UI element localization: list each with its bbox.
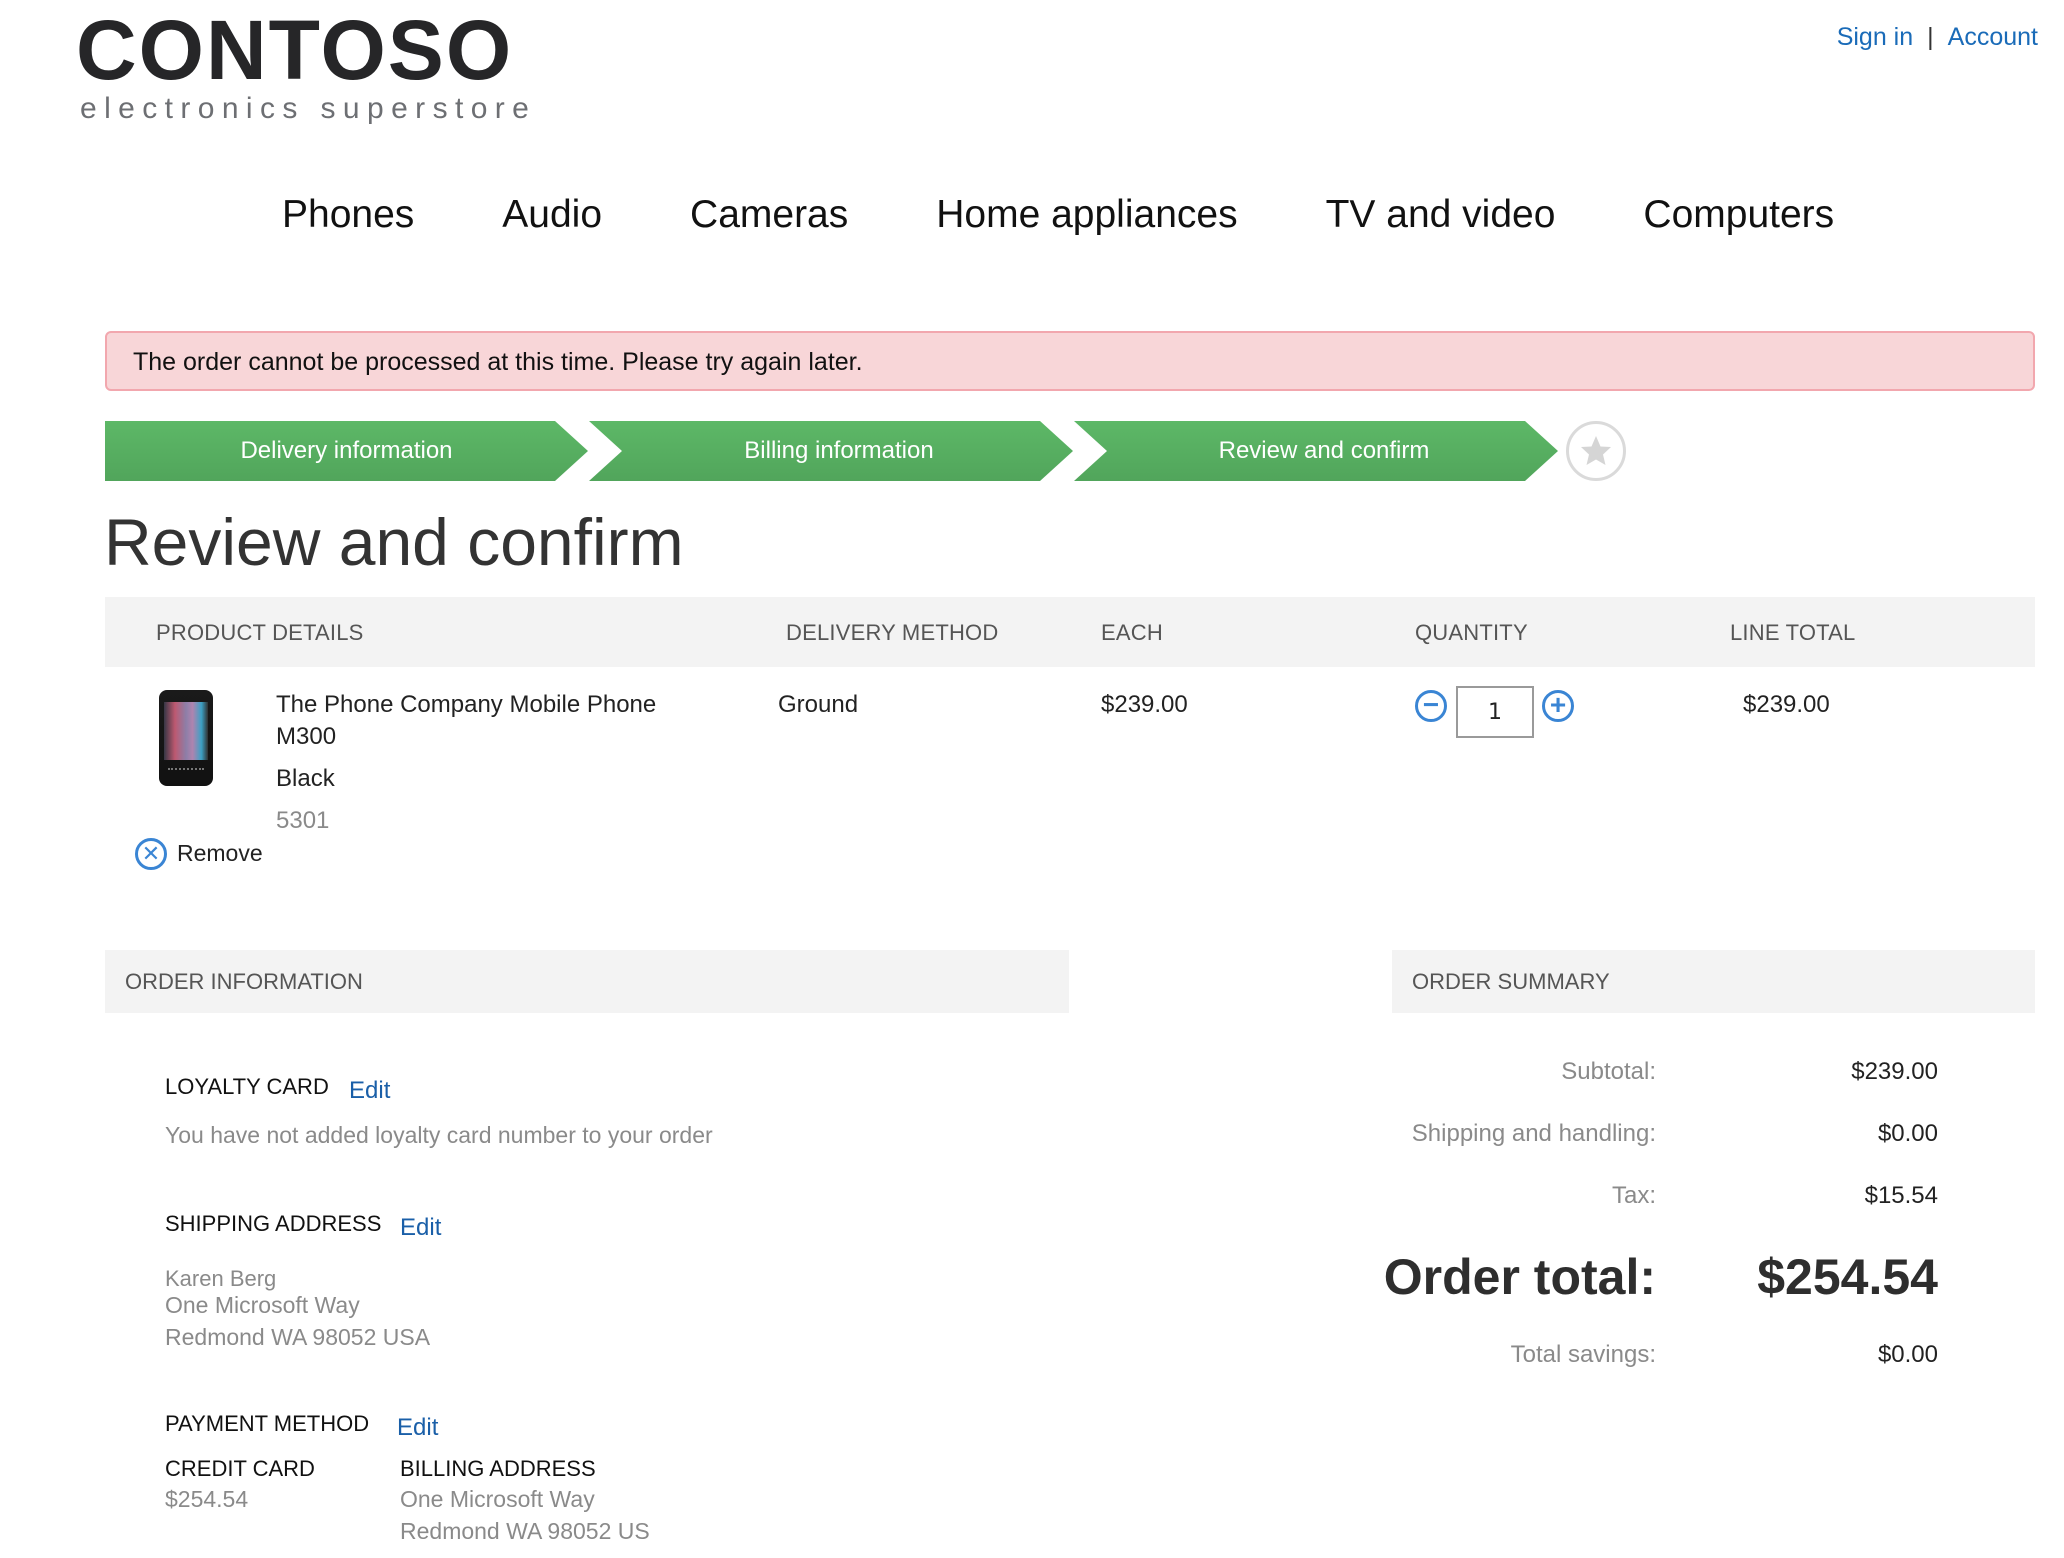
decrease-quantity-button[interactable]: − — [1415, 690, 1447, 722]
order-summary-header: ORDER SUMMARY — [1392, 950, 2035, 1013]
loyalty-card-text: You have not added loyalty card number t… — [165, 1122, 713, 1148]
column-header-quantity: QUANTITY — [1415, 620, 1528, 645]
column-header-delivery-method: DELIVERY METHOD — [786, 620, 999, 645]
account-link[interactable]: Account — [1948, 23, 2038, 51]
shipping-handling-label: Shipping and handling: — [1411, 1120, 1656, 1147]
quantity-input[interactable]: 1 — [1456, 686, 1534, 738]
edit-loyalty-card-link[interactable]: Edit — [349, 1076, 390, 1106]
step-review-and-confirm: Review and confirm — [1218, 437, 1430, 464]
sign-in-link[interactable]: Sign in — [1837, 23, 1913, 51]
order-summary-title: ORDER SUMMARY — [1412, 969, 1610, 994]
credit-card-amount: $254.54 — [165, 1486, 249, 1512]
product-color: Black — [276, 765, 335, 792]
total-savings-label: Total savings: — [1510, 1341, 1656, 1368]
remove-label: Remove — [177, 840, 263, 866]
increase-quantity-button[interactable]: + — [1542, 690, 1574, 722]
edit-shipping-address-link[interactable]: Edit — [400, 1213, 441, 1243]
shipping-address-line1: One Microsoft Way — [165, 1292, 360, 1318]
page-title: Review and confirm — [104, 505, 684, 579]
nav-tv-and-video[interactable]: TV and video — [1326, 190, 1556, 240]
cart-table-header: PRODUCT DETAILS DELIVERY METHOD EACH QUA… — [105, 597, 2035, 667]
subtotal-label: Subtotal: — [1561, 1058, 1656, 1085]
order-total-label: Order total: — [1383, 1249, 1656, 1305]
nav-home-appliances[interactable]: Home appliances — [936, 190, 1237, 240]
brand-name: CONTOSO — [76, 3, 514, 97]
shipping-handling-value: $0.00 — [1877, 1120, 1938, 1147]
plus-icon: + — [1549, 689, 1567, 720]
unit-price: $239.00 — [1101, 691, 1188, 718]
remove-icon: ✕ — [135, 838, 167, 870]
category-nav: Phones Audio Cameras Home appliances TV … — [282, 190, 1834, 240]
checkout-progress: Delivery information Billing information… — [105, 421, 1645, 481]
error-message: The order cannot be processed at this ti… — [133, 348, 863, 376]
nav-phones[interactable]: Phones — [282, 190, 414, 240]
payment-method-label: PAYMENT METHOD — [165, 1411, 370, 1436]
order-total-value: $254.54 — [1757, 1249, 1938, 1305]
brand-tagline: electronics superstore — [80, 92, 537, 125]
link-separator: | — [1927, 23, 1934, 51]
product-name-line1: The Phone Company Mobile Phone — [276, 691, 657, 718]
star-icon — [1581, 436, 1611, 465]
column-header-product-details: PRODUCT DETAILS — [156, 620, 364, 645]
nav-audio[interactable]: Audio — [502, 190, 602, 240]
order-information-header: ORDER INFORMATION — [105, 950, 1069, 1013]
product-image[interactable] — [159, 690, 213, 786]
product-name-link-line2[interactable]: M300 — [276, 721, 336, 753]
edit-payment-method-link[interactable]: Edit — [397, 1413, 438, 1443]
account-links: Sign in | Account — [1837, 20, 2038, 54]
product-image-buttons — [168, 768, 204, 774]
column-header-line-total: LINE TOTAL — [1730, 620, 1856, 645]
nav-computers[interactable]: Computers — [1643, 190, 1834, 240]
tax-label: Tax: — [1611, 1182, 1656, 1209]
subtotal-value: $239.00 — [1851, 1058, 1938, 1085]
tax-value: $15.54 — [1864, 1182, 1938, 1209]
nav-cameras[interactable]: Cameras — [690, 190, 848, 240]
credit-card-label: CREDIT CARD — [165, 1456, 315, 1481]
product-sku: 5301 — [276, 807, 330, 834]
brand-logo[interactable]: CONTOSO — [76, 8, 513, 92]
error-alert: The order cannot be processed at this ti… — [105, 331, 2035, 391]
billing-address-line1: One Microsoft Way — [400, 1486, 595, 1512]
total-savings-value: $0.00 — [1877, 1341, 1938, 1368]
loyalty-card-label: LOYALTY CARD — [165, 1074, 329, 1099]
column-header-each: EACH — [1101, 620, 1163, 645]
order-information-title: ORDER INFORMATION — [125, 969, 363, 994]
product-image-screen — [164, 702, 208, 760]
step-billing-information: Billing information — [744, 437, 934, 464]
delivery-method-value: Ground — [778, 691, 859, 718]
billing-address-line2: Redmond WA 98052 US — [400, 1518, 650, 1544]
step-delivery-information: Delivery information — [240, 437, 453, 464]
shipping-address-label: SHIPPING ADDRESS — [165, 1211, 382, 1236]
product-name-link[interactable]: The Phone Company Mobile Phone — [276, 689, 656, 721]
billing-address-label: BILLING ADDRESS — [400, 1456, 596, 1481]
shipping-address-line2: Redmond WA 98052 USA — [165, 1324, 431, 1350]
line-total: $239.00 — [1743, 691, 1830, 718]
order-complete-step — [1566, 421, 1626, 481]
minus-icon: − — [1422, 689, 1440, 720]
